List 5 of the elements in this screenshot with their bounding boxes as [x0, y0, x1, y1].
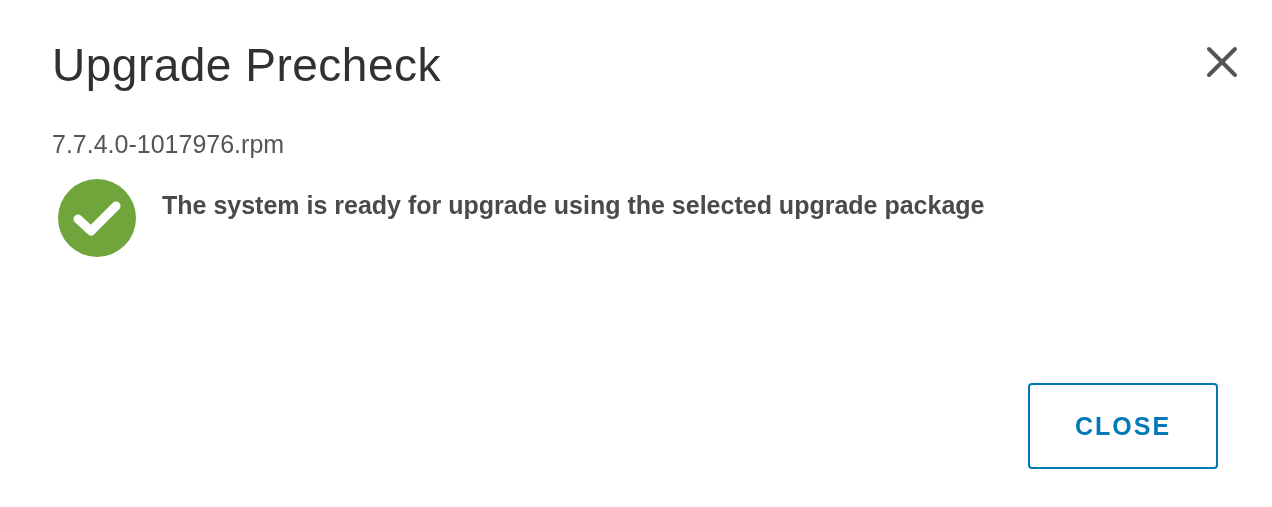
- close-button[interactable]: CLOSE: [1028, 383, 1218, 469]
- package-name: 7.7.4.0-1017976.rpm: [52, 130, 286, 159]
- status-message: The system is ready for upgrade using the selected upgrade package: [162, 190, 985, 220]
- close-icon[interactable]: [1206, 46, 1238, 78]
- dialog-title: Upgrade Precheck: [52, 38, 441, 92]
